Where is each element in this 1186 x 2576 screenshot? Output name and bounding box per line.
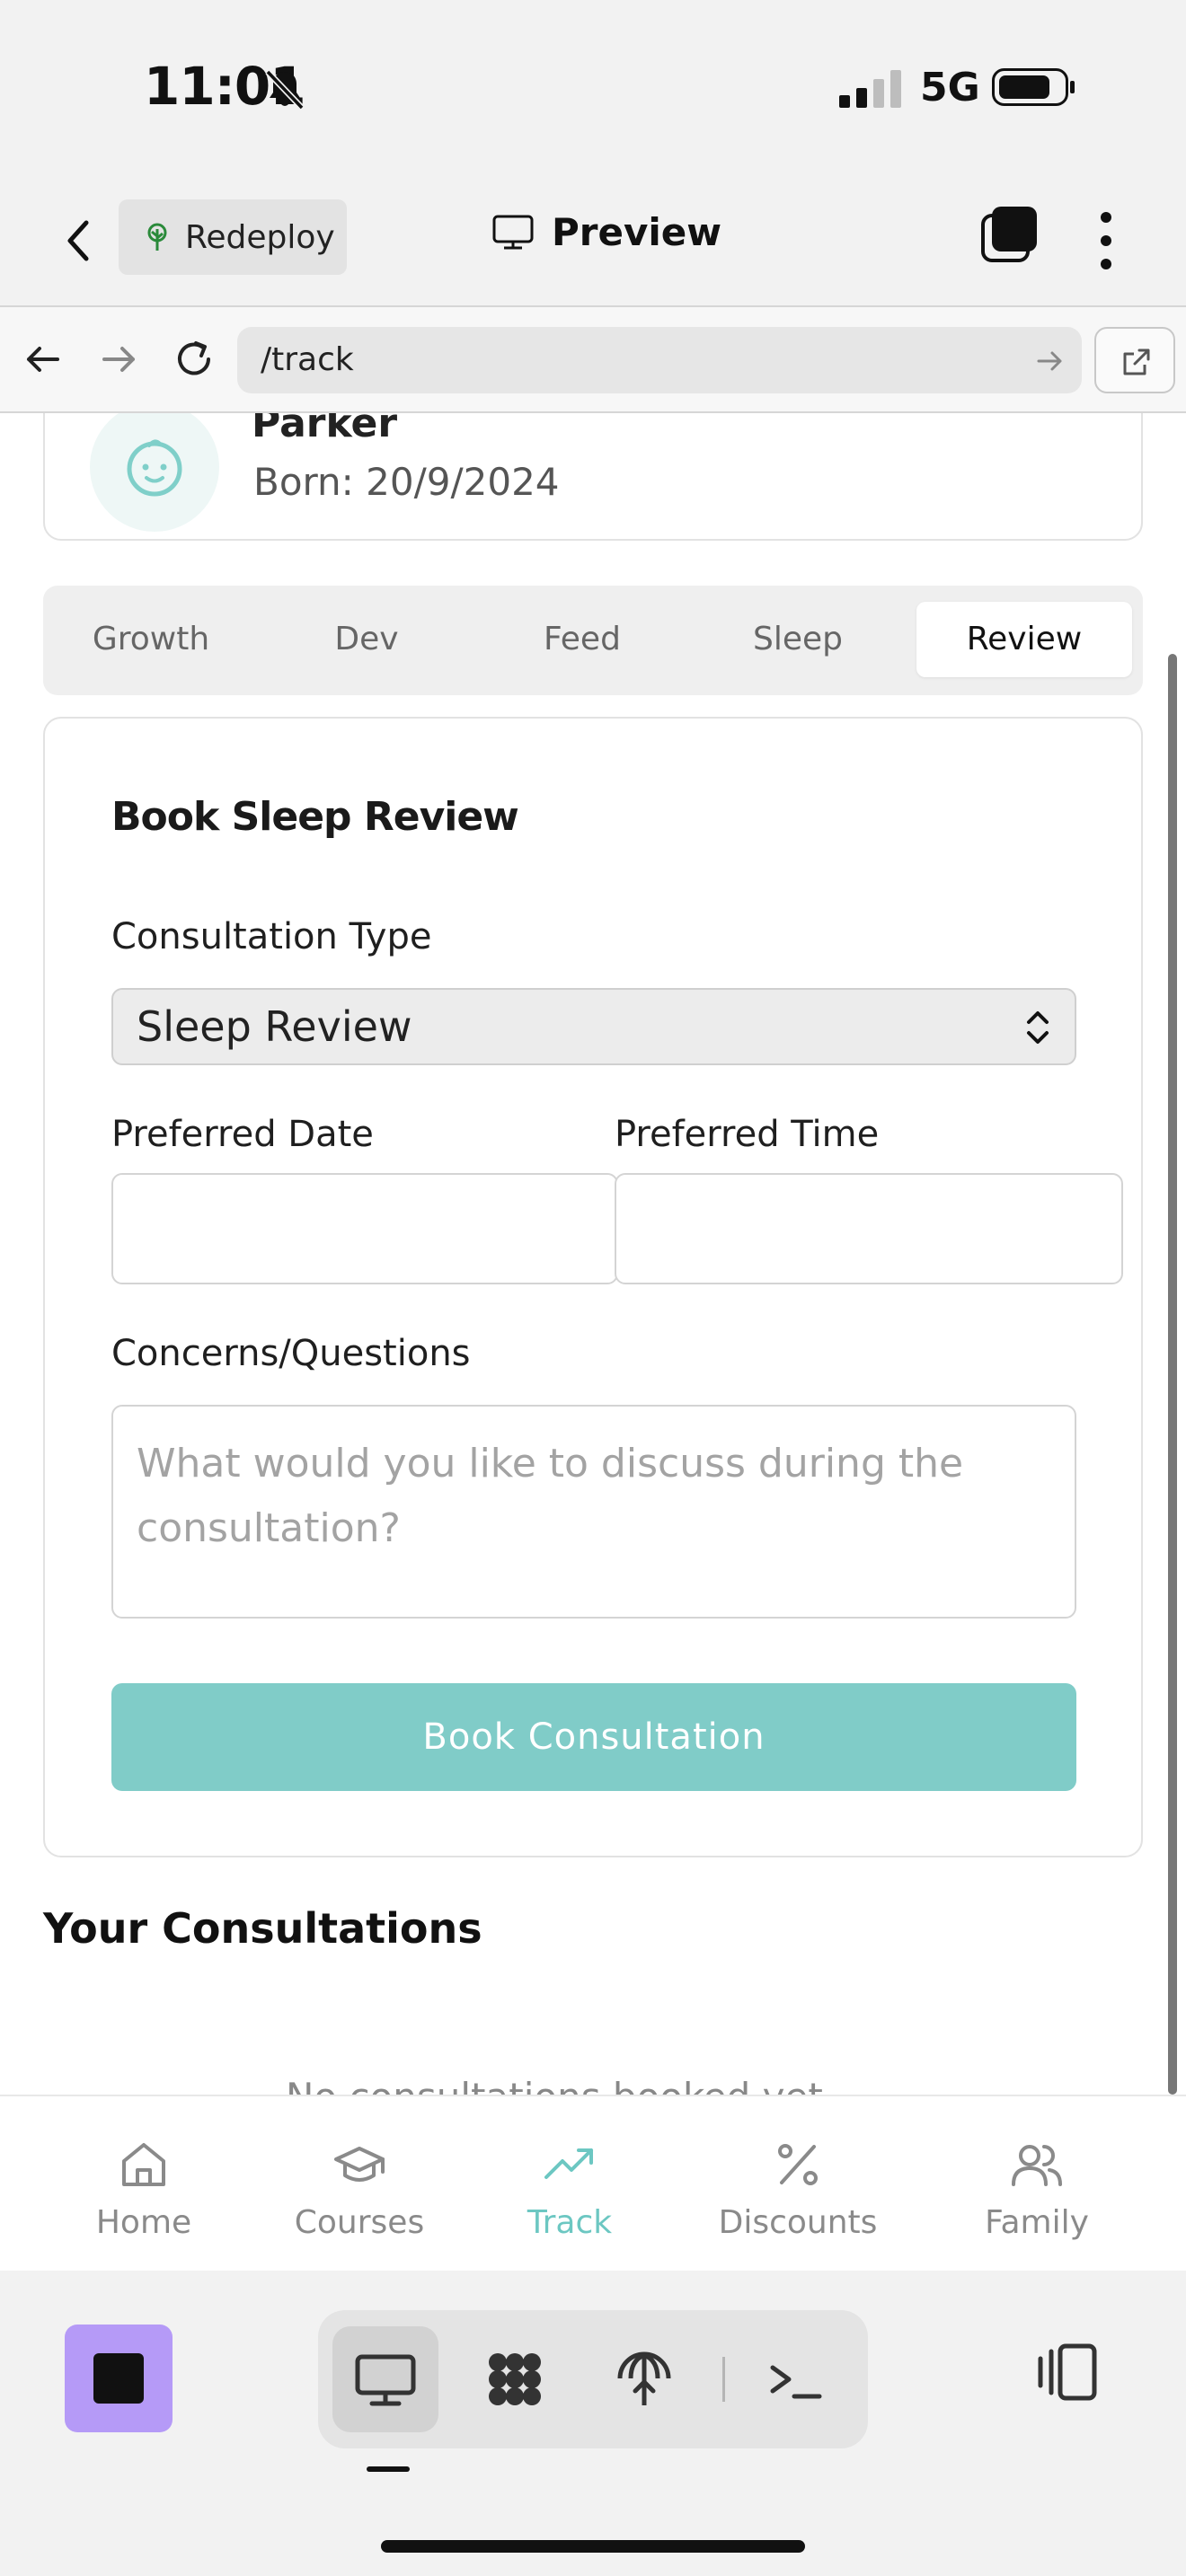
nav-track[interactable]: Track — [480, 2138, 659, 2241]
trending-up-icon — [544, 2148, 593, 2179]
concerns-label: Concerns/Questions — [111, 1333, 471, 1374]
home-icon — [122, 2143, 165, 2186]
scrollbar[interactable] — [1168, 654, 1177, 2095]
url-field[interactable]: /track — [237, 327, 1082, 393]
redeploy-button[interactable]: Redeploy — [119, 199, 347, 275]
preferred-time-input[interactable] — [615, 1173, 1123, 1284]
nav-home-label: Home — [95, 2204, 192, 2241]
open-external-button[interactable] — [1094, 327, 1175, 393]
status-bar: 11:01 5G — [0, 0, 1186, 176]
arrow-left-icon[interactable] — [18, 334, 68, 384]
consultation-type-select[interactable]: Sleep Review — [111, 988, 1076, 1065]
nav-discounts[interactable]: Discounts — [708, 2138, 888, 2241]
child-name: Parker — [252, 413, 398, 446]
redeploy-label: Redeploy — [185, 218, 335, 256]
nav-family[interactable]: Family — [947, 2138, 1127, 2241]
book-consultation-button[interactable]: Book Consultation — [111, 1683, 1076, 1791]
child-birthdate: Born: 20/9/2024 — [253, 460, 560, 504]
avatar — [90, 413, 219, 532]
stop-button[interactable] — [65, 2325, 173, 2432]
child-profile-card: Parker Born: 20/9/2024 — [43, 413, 1143, 541]
tab-growth[interactable]: Growth — [58, 602, 244, 677]
active-tool-indicator — [367, 2466, 410, 2472]
home-indicator — [381, 2540, 805, 2553]
bottom-nav: Home Courses Track Discounts Family — [0, 2095, 1186, 2271]
terminal-icon — [770, 2365, 822, 2399]
tool-separator — [722, 2357, 725, 2402]
nav-courses-label: Courses — [294, 2204, 425, 2241]
concerns-textarea[interactable]: What would you like to discuss during th… — [111, 1405, 1076, 1619]
consultation-type-label: Consultation Type — [111, 916, 432, 957]
dev-toolbar — [0, 2271, 1186, 2576]
battery-icon — [992, 68, 1075, 106]
nav-courses[interactable]: Courses — [270, 2138, 449, 2241]
consultations-empty-text: No consultations booked yet — [286, 2075, 823, 2095]
panel-toggle-icon[interactable] — [1033, 2339, 1100, 2405]
reload-icon[interactable] — [169, 334, 219, 384]
tab-review[interactable]: Review — [916, 602, 1132, 677]
nav-home[interactable]: Home — [54, 2138, 234, 2241]
tree-icon — [147, 223, 167, 251]
external-link-icon — [1123, 348, 1150, 375]
preferred-time-label: Preferred Time — [615, 1114, 880, 1155]
preferred-date-input[interactable] — [111, 1173, 618, 1284]
tracking-tabs: Growth Dev Feed Sleep Review — [43, 586, 1143, 695]
stop-icon — [93, 2353, 144, 2404]
signal-icon — [839, 70, 901, 108]
tool-switcher — [318, 2310, 868, 2448]
terminal-tool-button[interactable] — [744, 2326, 850, 2432]
more-icon[interactable] — [1091, 208, 1121, 273]
tab-feed[interactable]: Feed — [489, 602, 676, 677]
nav-discounts-label: Discounts — [718, 2204, 878, 2241]
preview-label: Preview — [552, 210, 722, 254]
consultation-type-value: Sleep Review — [137, 1002, 412, 1051]
preview-tool-button[interactable] — [332, 2326, 438, 2432]
app-header: Redeploy Preview — [0, 176, 1186, 305]
nav-family-label: Family — [985, 2204, 1089, 2241]
tab-sleep[interactable]: Sleep — [704, 602, 891, 677]
bell-muted-icon — [265, 69, 305, 110]
back-button[interactable] — [56, 207, 102, 275]
browser-bar: /track — [0, 305, 1186, 413]
deploy-tool-button[interactable] — [591, 2326, 697, 2432]
workflow-icon — [489, 2353, 541, 2405]
baby-icon — [127, 439, 182, 497]
monitor-icon — [355, 2354, 416, 2406]
preferred-date-label: Preferred Date — [111, 1114, 374, 1155]
network-type: 5G — [920, 65, 980, 110]
booking-form-card: Book Sleep Review Consultation Type Slee… — [43, 717, 1143, 1857]
preview-title: Preview — [492, 210, 721, 254]
tabs-icon[interactable] — [979, 203, 1040, 264]
monitor-icon — [492, 215, 534, 249]
arrow-right-icon[interactable] — [93, 334, 144, 384]
nav-track-label: Track — [527, 2204, 613, 2241]
deploy-icon — [617, 2351, 671, 2405]
url-text: /track — [261, 341, 354, 378]
workflow-tool-button[interactable] — [462, 2326, 568, 2432]
graduation-cap-icon — [334, 2147, 385, 2182]
form-title: Book Sleep Review — [111, 794, 519, 840]
chevron-updown-icon — [1027, 1011, 1049, 1044]
go-arrow-icon[interactable] — [1035, 347, 1064, 375]
tab-dev[interactable]: Dev — [273, 602, 460, 677]
consultations-heading: Your Consultations — [43, 1904, 482, 1953]
users-icon — [1012, 2145, 1062, 2186]
percent-icon — [778, 2144, 818, 2185]
content-viewport[interactable]: Parker Born: 20/9/2024 Growth Dev Feed S… — [0, 413, 1186, 2095]
